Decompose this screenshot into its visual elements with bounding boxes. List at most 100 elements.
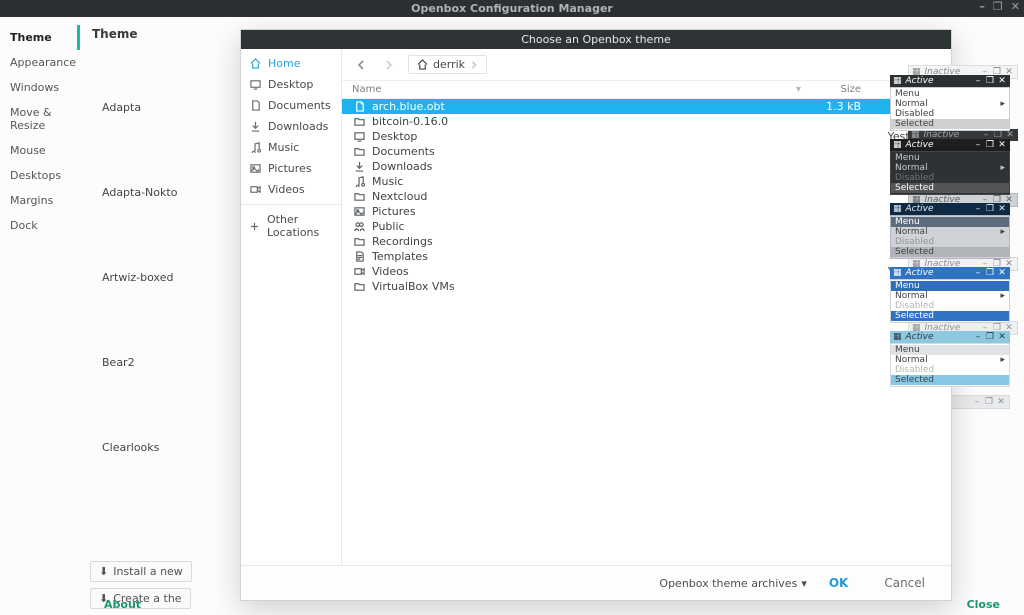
- file-name: Public: [372, 220, 801, 233]
- place-desktop[interactable]: Desktop: [241, 74, 341, 95]
- file-name: Downloads: [372, 160, 801, 173]
- file-row[interactable]: Downloads20:48: [342, 159, 951, 174]
- preview-active-title: ▦Active–❐✕: [890, 331, 1010, 343]
- place-videos[interactable]: Videos: [241, 179, 341, 200]
- chevron-down-icon: ▾: [801, 577, 807, 590]
- file-name: bitcoin-0.16.0: [372, 115, 801, 128]
- maximize-icon[interactable]: ❐: [993, 0, 1003, 13]
- folder-icon: [352, 146, 366, 157]
- template-icon: [352, 251, 366, 262]
- file-list-header[interactable]: Name ▾ Size Modified: [342, 81, 951, 99]
- preview-menu: MenuNormal▸DisabledSelected: [890, 87, 1010, 131]
- theme-preview: ▦Inactive–❐✕▦Active–❐✕MenuNormal▸Disable…: [890, 267, 1010, 323]
- place-label: Downloads: [268, 120, 328, 133]
- install-theme-button[interactable]: ⬇ Install a new: [90, 561, 192, 582]
- file-filter-label: Openbox theme archives: [659, 577, 797, 590]
- place-home[interactable]: Home: [241, 53, 341, 74]
- file-row[interactable]: bitcoin-0.16.022 Feb: [342, 114, 951, 129]
- sidebar-item-theme[interactable]: Theme: [0, 25, 80, 50]
- sidebar-item-margins[interactable]: Margins: [0, 188, 80, 213]
- place-label: Home: [268, 57, 300, 70]
- main-window-titlebar: Openbox Configuration Manager – ❐ ✕: [0, 0, 1024, 17]
- folder-icon: [352, 236, 366, 247]
- music-icon: [249, 142, 261, 153]
- pictures-icon: [249, 163, 261, 174]
- desktop-icon: [249, 79, 261, 90]
- sidebar-item-mouse[interactable]: Mouse: [0, 138, 80, 163]
- file-name: arch.blue.obt: [372, 100, 801, 113]
- place-pictures[interactable]: Pictures: [241, 158, 341, 179]
- file-row[interactable]: Nextcloud21:30: [342, 189, 951, 204]
- dialog-titlebar: Choose an Openbox theme: [241, 30, 951, 49]
- file-row[interactable]: VirtualBox VMs21:51: [342, 279, 951, 294]
- place-downloads[interactable]: Downloads: [241, 116, 341, 137]
- videos-icon: [352, 266, 366, 277]
- download-icon: [352, 161, 366, 172]
- places-sidebar: Home Desktop Documents Downloads MusicPictur…: [241, 49, 342, 565]
- preview-active-title: ▦Active–❐✕: [890, 139, 1010, 151]
- close-icon[interactable]: ✕: [1011, 0, 1020, 13]
- file-chooser-dialog: Choose an Openbox theme HomeDesktopDocum…: [240, 29, 952, 601]
- about-button[interactable]: About: [104, 598, 141, 611]
- main-window-title: Openbox Configuration Manager: [411, 2, 613, 15]
- file-name: Templates: [372, 250, 801, 263]
- file-row[interactable]: Pictures21:55: [342, 204, 951, 219]
- desktop-icon: [352, 131, 366, 142]
- minimize-icon[interactable]: –: [979, 0, 985, 13]
- close-button[interactable]: Close: [967, 598, 1000, 611]
- preview-menu: MenuNormal▸DisabledSelected: [890, 343, 1010, 387]
- place-label: Videos: [268, 183, 305, 196]
- file-row[interactable]: VideosYesterday: [342, 264, 951, 279]
- folder-icon: [352, 116, 366, 127]
- file-row[interactable]: DocumentsSat: [342, 144, 951, 159]
- file-name: Desktop: [372, 130, 801, 143]
- preview-active-title: ▦Active–❐✕: [890, 267, 1010, 279]
- place-label: Other Locations: [267, 213, 333, 239]
- path-bar: derrik: [342, 49, 951, 81]
- place-other-locations[interactable]: Other Locations: [241, 209, 341, 243]
- videos-icon: [249, 184, 261, 195]
- download-icon: ⬇: [99, 565, 108, 578]
- file-size: 1.3 kB: [801, 100, 861, 113]
- place-label: Documents: [268, 99, 331, 112]
- file-name: Pictures: [372, 205, 801, 218]
- sidebar-item-move-resize[interactable]: Move & Resize: [0, 100, 80, 138]
- sidebar-item-desktops[interactable]: Desktops: [0, 163, 80, 188]
- col-size-label: Size: [801, 84, 861, 95]
- theme-preview: ▦Inactive–❐✕▦Active–❐✕MenuNormal▸Disable…: [890, 139, 1010, 195]
- cancel-button[interactable]: Cancel: [870, 572, 939, 594]
- theme-preview: ▦Inactive–❐✕▦Active–❐✕MenuNormal▸Disable…: [890, 75, 1010, 131]
- file-name: Nextcloud: [372, 190, 801, 203]
- file-row[interactable]: arch.blue.obt1.3 kB14:53: [342, 99, 951, 114]
- sidebar-item-dock[interactable]: Dock: [0, 213, 80, 238]
- sidebar-item-windows[interactable]: Windows: [0, 75, 80, 100]
- path-crumb-home[interactable]: derrik: [408, 55, 487, 74]
- home-icon: [417, 59, 428, 70]
- file-row[interactable]: TemplatesSat: [342, 249, 951, 264]
- folder-icon: [352, 191, 366, 202]
- place-label: Desktop: [268, 78, 313, 91]
- place-documents[interactable]: Documents: [241, 95, 341, 116]
- download-icon: [249, 121, 261, 132]
- nav-forward-button[interactable]: [380, 60, 398, 70]
- file-list[interactable]: arch.blue.obt1.3 kB14:53bitcoin-0.16.022…: [342, 99, 951, 565]
- file-row[interactable]: MusicSat: [342, 174, 951, 189]
- theme-preview: ▦Inactive–❐✕▦Active–❐✕MenuNormal▸Disable…: [890, 331, 1010, 387]
- file-filter-combo[interactable]: Openbox theme archives ▾: [659, 577, 806, 590]
- ok-button[interactable]: OK: [815, 572, 863, 594]
- folder-icon: [352, 281, 366, 292]
- file-name: Music: [372, 175, 801, 188]
- document-icon: [249, 100, 261, 111]
- file-row[interactable]: PublicSat: [342, 219, 951, 234]
- place-music[interactable]: Music: [241, 137, 341, 158]
- nav-back-button[interactable]: [352, 60, 370, 70]
- file-row[interactable]: Recordings20:07: [342, 234, 951, 249]
- category-sidebar: ThemeAppearanceWindowsMove & ResizeMouse…: [0, 17, 80, 615]
- sidebar-item-appearance[interactable]: Appearance: [0, 50, 80, 75]
- home-icon: [249, 58, 261, 69]
- preview-active-title: ▦Active–❐✕: [890, 203, 1010, 215]
- preview-menu: MenuNormal▸DisabledSelected: [890, 279, 1010, 323]
- music-icon: [352, 176, 366, 187]
- file-row[interactable]: DesktopYesterday: [342, 129, 951, 144]
- public-icon: [352, 221, 366, 232]
